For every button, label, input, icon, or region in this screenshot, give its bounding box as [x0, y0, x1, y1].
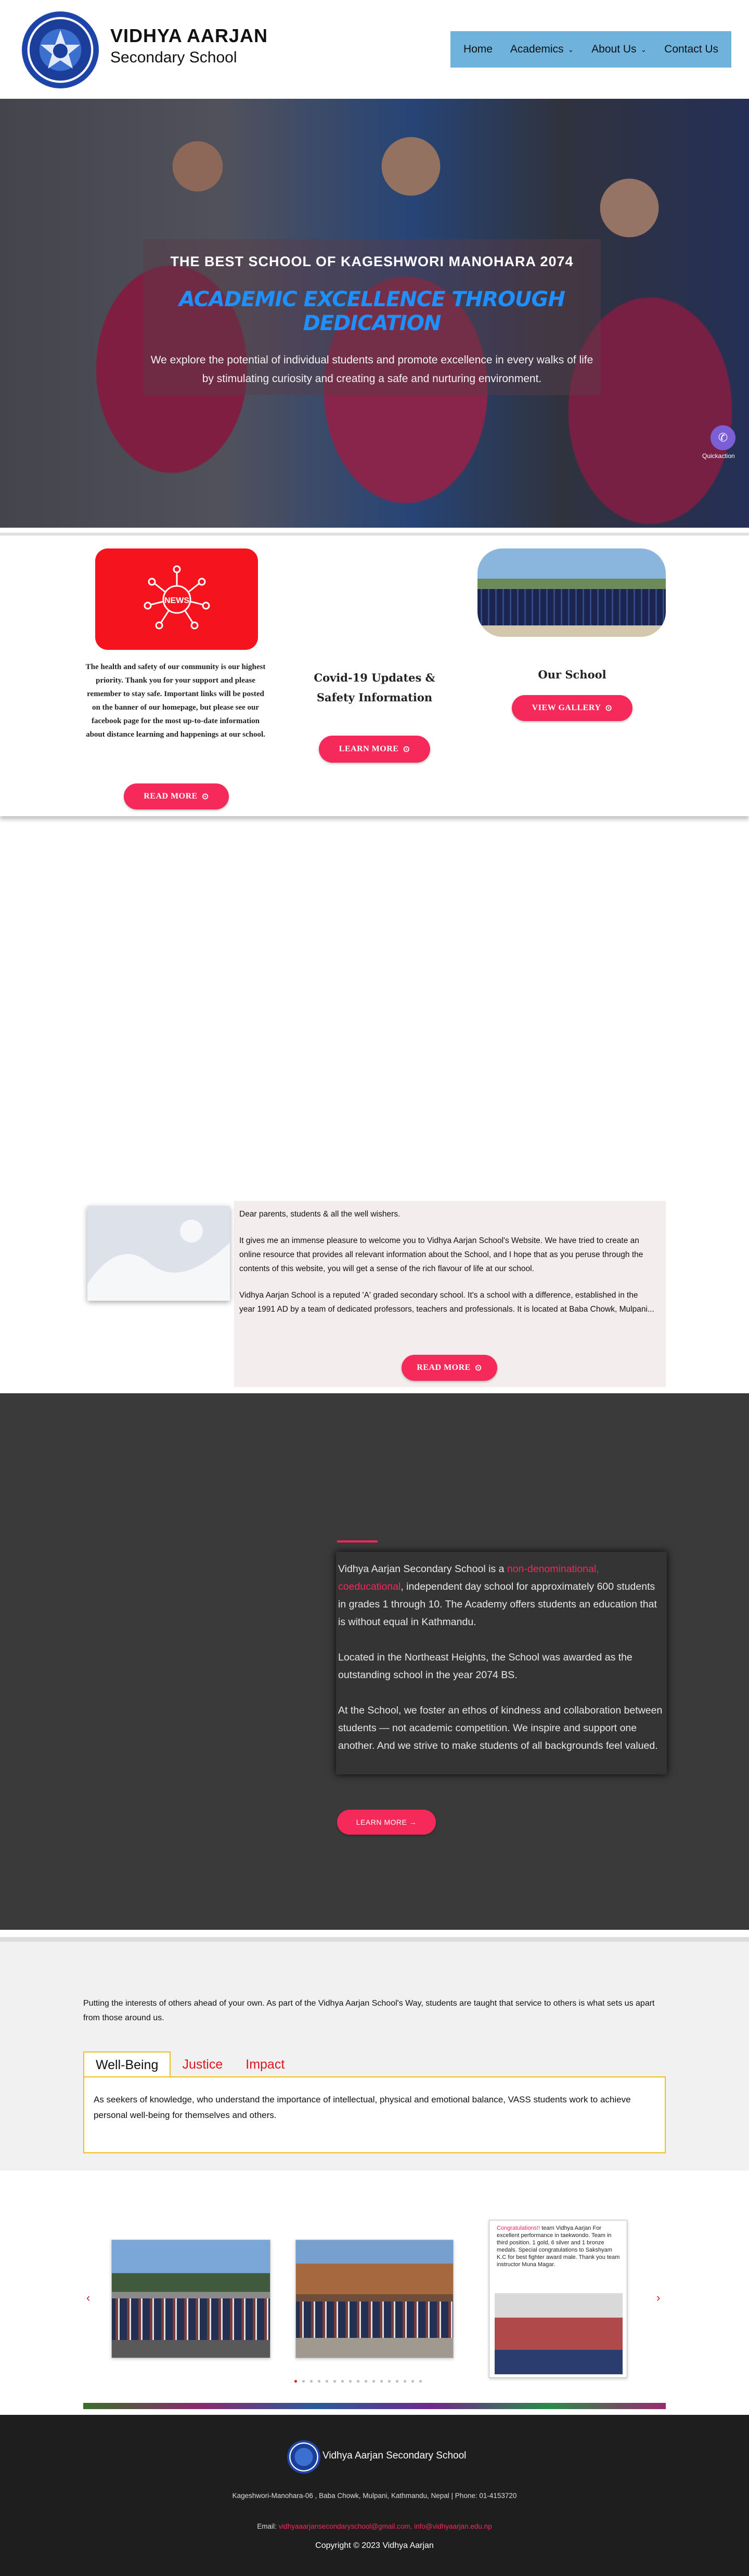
covid-learn-more-label: LEARN MORE: [339, 744, 399, 753]
tab-justice[interactable]: Justice: [171, 2051, 234, 2077]
arrow-circle-icon: ⊙: [403, 745, 410, 754]
about-p1-prefix: Vidhya Aarjan Secondary School is a: [338, 1563, 507, 1575]
hero-caption-box: THE BEST SCHOOL OF KAGESHWORI MANOHARA 2…: [143, 239, 601, 395]
footer-logo[interactable]: [287, 2440, 320, 2474]
carousel-dot[interactable]: [372, 2380, 375, 2383]
arrow-circle-icon: ⊙: [605, 704, 613, 713]
carousel-dot[interactable]: [396, 2380, 398, 2383]
carousel-dot[interactable]: [365, 2380, 367, 2383]
about-paragraph-1: Vidhya Aarjan Secondary School is a non-…: [338, 1560, 664, 1631]
photo-crowd: [296, 2302, 453, 2338]
welcome-read-more-label: READ MORE: [417, 1363, 471, 1372]
main-nav: Home Academics ⌄ About Us ⌄ Contact Us: [450, 31, 731, 68]
our-school-title: Our School: [538, 668, 606, 681]
carousel-next-button[interactable]: ›: [656, 2291, 660, 2305]
news-tile[interactable]: NEWS: [95, 548, 258, 650]
carousel-dot[interactable]: [302, 2380, 305, 2383]
news-tile-label: NEWS: [164, 596, 189, 605]
section-divider: [0, 1937, 749, 1942]
slide3-caption-text: team Vidhya Aarjan For excellent perform…: [497, 2225, 620, 2268]
nav-academics-label: Academics: [510, 43, 564, 55]
carousel-slide-3[interactable]: Congratulations!! team Vidhya Aarjan For…: [489, 2220, 627, 2378]
tab-panel: As seekers of knowledge, who understand …: [83, 2076, 666, 2153]
arrow-circle-icon: ⊙: [201, 792, 209, 801]
carousel-dot[interactable]: [419, 2380, 422, 2383]
welcome-read-more-button[interactable]: READ MORE ⊙: [402, 1355, 497, 1381]
slide3-caption: Congratulations!! team Vidhya Aarjan For…: [497, 2225, 622, 2268]
footer-email-label: Email:: [257, 2522, 279, 2530]
welcome-greeting: Dear parents, students & all the well wi…: [239, 1210, 401, 1219]
hero-text: We explore the potential of individual s…: [150, 354, 593, 385]
news-caption: The health and safety of our community i…: [85, 663, 266, 739]
carousel-dot[interactable]: [388, 2380, 391, 2383]
about-paragraph-2: Located in the Northeast Heights, the Sc…: [338, 1652, 632, 1681]
welcome-message: Dear parents, students & all the well wi…: [239, 1207, 655, 1329]
network-icon: NEWS: [144, 565, 210, 629]
school-logo[interactable]: [22, 11, 99, 88]
about-learn-more-button[interactable]: LEARN MORE →: [337, 1810, 436, 1835]
nav-home[interactable]: Home: [463, 43, 493, 56]
carousel-dot[interactable]: [326, 2380, 328, 2383]
nav-home-label: Home: [463, 43, 493, 55]
carousel-dot[interactable]: [341, 2380, 344, 2383]
carousel-prev-button[interactable]: ‹: [86, 2291, 90, 2305]
footer-address: Kageshwori-Manohara-06 , Baba Chowk, Mul…: [232, 2492, 517, 2500]
footer-email: Email: vidhyaaarjansecondaryschool@gmail…: [0, 2522, 749, 2530]
nav-about-label: About Us: [591, 43, 637, 55]
carousel-dot[interactable]: [411, 2380, 414, 2383]
nav-contact-label: Contact Us: [664, 43, 719, 55]
slide3-caption-highlight: Congratulations!!: [497, 2225, 540, 2231]
carousel-dot[interactable]: [357, 2380, 359, 2383]
hero-kicker: THE BEST SCHOOL OF KAGESHWORI MANOHARA 2…: [170, 254, 574, 269]
about-paragraph-3: At the School, we foster an ethos of kin…: [338, 1705, 663, 1751]
hero-banner: THE BEST SCHOOL OF KAGESHWORI MANOHARA 2…: [0, 99, 749, 528]
carousel-dot[interactable]: [294, 2380, 297, 2383]
values-tabs: Well-Being Justice Impact: [83, 2051, 296, 2077]
tab-well-being[interactable]: Well-Being: [83, 2051, 171, 2077]
carousel-dot[interactable]: [380, 2380, 383, 2383]
about-text-box: Vidhya Aarjan Secondary School is a non-…: [336, 1552, 667, 1774]
thumbnail-strip[interactable]: [83, 2403, 666, 2409]
news-read-more-label: READ MORE: [144, 792, 198, 801]
view-gallery-button[interactable]: VIEW GALLERY ⊙: [512, 695, 632, 721]
carousel-dot[interactable]: [310, 2380, 313, 2383]
carousel-slide-1[interactable]: [111, 2240, 270, 2358]
photo-crowd: [477, 589, 666, 625]
photo-crowd: [112, 2298, 270, 2340]
image-placeholder-icon: [87, 1206, 230, 1301]
principal-image-placeholder: [87, 1206, 230, 1301]
nav-academics[interactable]: Academics ⌄: [510, 43, 574, 56]
welcome-paragraph-1: It gives me an immense pleasure to welco…: [239, 1236, 643, 1273]
chevron-down-icon: ⌄: [567, 45, 574, 54]
carousel-dot[interactable]: [318, 2380, 320, 2383]
brand-subtitle: Secondary School: [110, 49, 237, 66]
footer-school-name: Vidhya Aarjan Secondary School: [322, 2450, 467, 2461]
carousel-dot[interactable]: [349, 2380, 352, 2383]
nav-about[interactable]: About Us ⌄: [591, 43, 647, 56]
values-intro: Putting the interests of others ahead of…: [83, 1999, 655, 2022]
quickaction-phone-icon[interactable]: ✆: [711, 425, 735, 450]
carousel-dot[interactable]: [333, 2380, 336, 2383]
covid-learn-more-button[interactable]: LEARN MORE ⊙: [319, 736, 430, 763]
welcome-paragraph-2: Vidhya Aarjan School is a reputed 'A' gr…: [239, 1291, 654, 1314]
brand-title[interactable]: VIDHYA AARJAN: [110, 25, 268, 47]
accent-bar: [337, 1540, 378, 1542]
carousel-dots: [294, 2380, 422, 2383]
arrow-circle-icon: ⊙: [474, 1364, 482, 1372]
tab-impact[interactable]: Impact: [234, 2051, 296, 2077]
view-gallery-label: VIEW GALLERY: [532, 703, 601, 712]
carousel-slide-2[interactable]: [295, 2240, 454, 2358]
nav-contact[interactable]: Contact Us: [664, 43, 718, 56]
chevron-down-icon: ⌄: [640, 45, 647, 54]
school-gallery-photo[interactable]: [477, 548, 666, 637]
hero-headline: ACADEMIC EXCELLENCE THROUGH DEDICATION: [179, 287, 565, 335]
news-read-more-button[interactable]: READ MORE ⊙: [124, 783, 229, 809]
taekwondo-team-photo: [495, 2293, 623, 2374]
footer-email-link[interactable]: vidhyaaarjansecondaryschool@gmail.com, i…: [279, 2522, 492, 2530]
quickaction-label: Quickaction: [702, 452, 735, 460]
carousel-dot[interactable]: [404, 2380, 406, 2383]
covid-title: Covid-19 Updates & Safety Information: [314, 671, 435, 704]
footer-copyright: Copyright © 2023 Vidhya Aarjan: [315, 2541, 434, 2550]
